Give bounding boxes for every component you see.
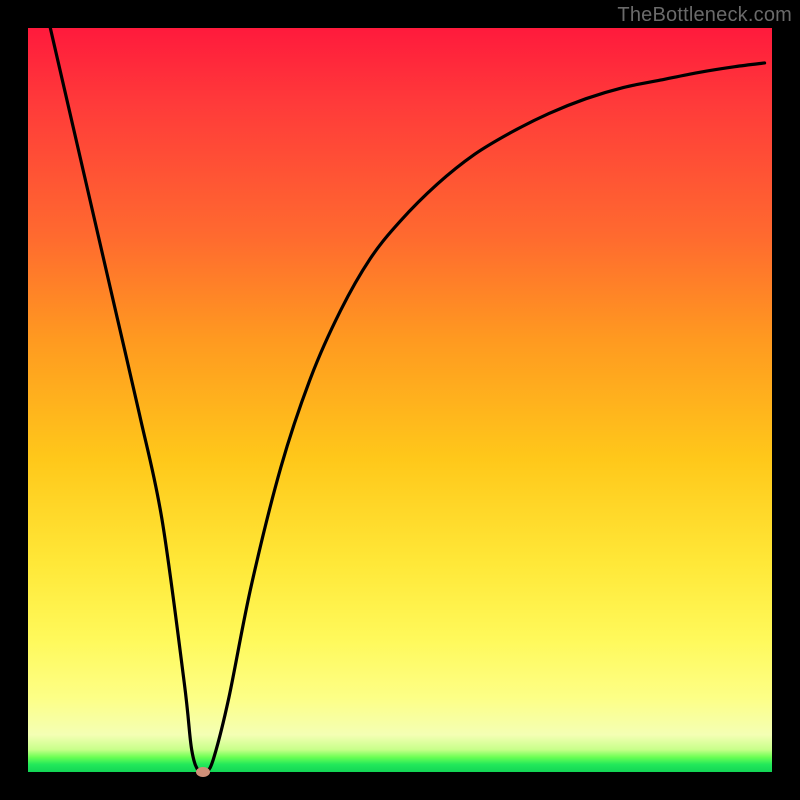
watermark-text: TheBottleneck.com (617, 4, 792, 27)
optimal-point-marker (196, 767, 210, 777)
chart-frame: TheBottleneck.com (0, 0, 800, 800)
bottleneck-curve (50, 28, 764, 774)
plot-area (28, 28, 772, 772)
curve-layer (28, 28, 772, 772)
